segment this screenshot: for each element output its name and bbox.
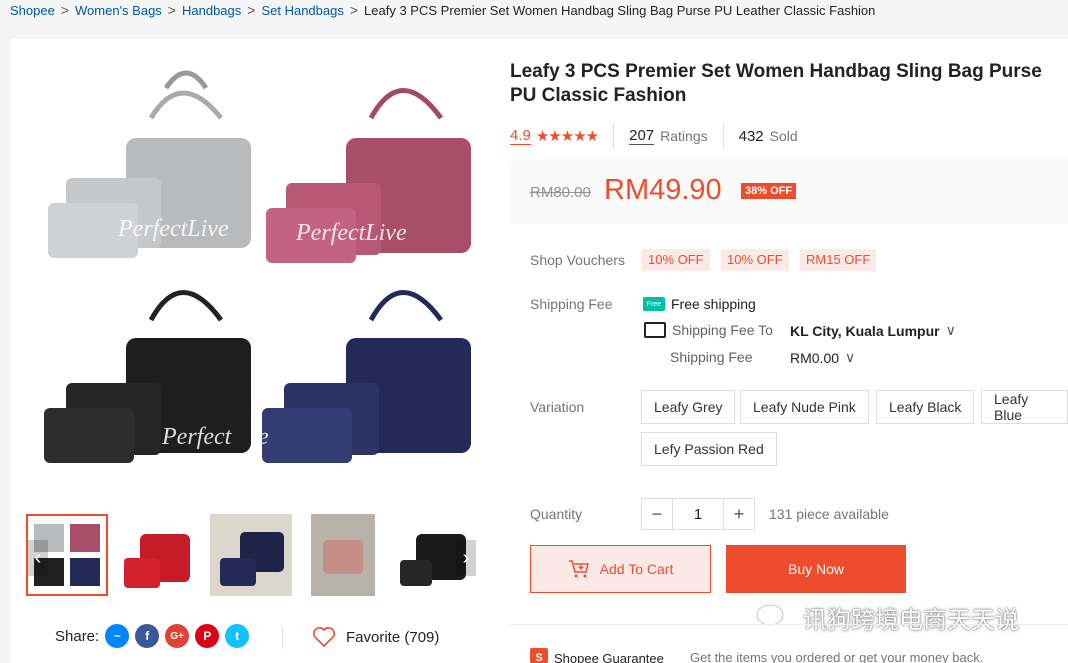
guarantee-description: Get the items you ordered or get your mo… <box>690 650 984 663</box>
vouchers-label: Shop Vouchers <box>530 252 625 268</box>
product-stats: 4.9 ★★★★★ 207 Ratings 432 Sold <box>510 124 798 148</box>
plus-icon[interactable]: + <box>723 498 755 530</box>
quantity-label: Quantity <box>530 506 583 522</box>
quantity-stepper: − 1 + <box>641 498 755 530</box>
breadcrumb-womens-bags[interactable]: Women's Bags <box>75 3 162 18</box>
truck-icon <box>644 322 666 338</box>
shipping-fee-select[interactable]: RM0.00 ∨ <box>790 349 855 366</box>
shipping-fee-value: RM0.00 <box>790 349 840 366</box>
shipping-location-select[interactable]: KL City, Kuala Lumpur ∨ <box>790 322 956 339</box>
divider <box>282 627 283 649</box>
facebook-icon[interactable]: f <box>135 624 160 648</box>
blue-bag-set <box>262 290 471 463</box>
thumbnail-image <box>220 532 284 586</box>
share-label: Share: <box>55 627 100 645</box>
ratings-count[interactable]: 207 <box>629 127 655 145</box>
watermark-text: PerfectLive <box>118 216 229 242</box>
watermark-text: e <box>258 424 269 450</box>
shopee-guarantee[interactable]: S Shopee Guarantee <box>530 648 664 663</box>
voucher-2[interactable]: 10% OFF <box>720 249 789 271</box>
messenger-icon[interactable]: ~ <box>105 624 130 648</box>
share-row: Share: ~ f G+ P t <box>55 624 250 648</box>
breadcrumb-set-handbags[interactable]: Set Handbags <box>261 3 343 18</box>
add-to-cart-label: Add To Cart <box>599 561 674 577</box>
shipping-fee-to-label: Shipping Fee To <box>672 322 773 338</box>
variation-option-nude-pink[interactable]: Leafy Nude Pink <box>740 390 869 424</box>
add-to-cart-button[interactable]: Add To Cart <box>530 545 711 593</box>
breadcrumb-shopee[interactable]: Shopee <box>10 3 55 18</box>
thumbnail-2[interactable] <box>118 514 200 596</box>
watermark-text: PerfectLive <box>296 220 407 246</box>
breadcrumb-separator-icon: > <box>349 2 359 18</box>
breadcrumb-handbags[interactable]: Handbags <box>182 3 241 18</box>
variation-option-grey[interactable]: Leafy Grey <box>641 390 736 424</box>
variation-option-passion-red[interactable]: Lefy Passion Red <box>641 432 777 466</box>
shipping-destination-row: Shipping Fee To <box>644 322 773 338</box>
breadcrumb-separator-icon: > <box>247 2 256 18</box>
favorite-label: Favorite (709) <box>346 628 440 646</box>
handbag-set-image <box>44 70 471 463</box>
watermark-text: Perfect <box>162 424 232 450</box>
favorite-button[interactable]: Favorite (709) <box>312 626 439 648</box>
pinterest-icon[interactable]: P <box>195 624 220 648</box>
product-title: Leafy 3 PCS Premier Set Women Handbag Sl… <box>510 61 1042 106</box>
free-shipping-icon: Free <box>643 297 665 311</box>
cart-icon <box>568 560 589 578</box>
discount-badge: 38% OFF <box>741 183 797 199</box>
rating-value[interactable]: 4.9 <box>510 127 531 145</box>
guarantee-label: Shopee Guarantee <box>554 650 664 663</box>
breadcrumb-separator-icon: > <box>60 2 70 18</box>
chevron-right-icon[interactable]: › <box>456 540 476 576</box>
star-rating-icon: ★★★★★ <box>535 128 599 145</box>
divider <box>722 124 724 148</box>
free-shipping-text: Free shipping <box>671 296 756 312</box>
sold-label: Sold <box>769 128 798 144</box>
shipping-label: Shipping Fee <box>530 296 613 312</box>
breadcrumb: Shopee > Women's Bags > Handbags > Set Hand… <box>10 2 875 18</box>
breadcrumb-current: Leafy 3 PCS Premier Set Women Handbag Sl… <box>364 2 876 18</box>
wechat-watermark-text: 讯狗跨境电商天天说 <box>803 607 1019 634</box>
thumbnail-4[interactable] <box>311 514 375 596</box>
current-price: RM49.90 <box>604 174 722 206</box>
sold-count: 432 <box>738 127 764 145</box>
google-plus-icon[interactable]: G+ <box>165 624 190 648</box>
twitter-icon[interactable]: t <box>225 624 250 648</box>
stock-available: 131 piece available <box>769 506 889 522</box>
divider <box>613 124 615 148</box>
original-price: RM80.00 <box>530 184 591 201</box>
buy-now-button[interactable]: Buy Now <box>726 545 906 593</box>
main-product-image[interactable]: PerfectLive PerfectLive Perfect e <box>26 58 478 478</box>
wechat-icon <box>755 603 795 632</box>
chevron-down-icon: ∨ <box>945 322 956 338</box>
voucher-3[interactable]: RM15 OFF <box>799 249 877 271</box>
wechat-watermark: 讯狗跨境电商天天说 <box>755 600 1019 635</box>
minus-icon[interactable]: − <box>641 498 673 530</box>
divider <box>510 624 1068 625</box>
quantity-input[interactable]: 1 <box>673 498 723 530</box>
free-shipping-row: Free Free shipping <box>643 296 756 312</box>
voucher-1[interactable]: 10% OFF <box>641 249 710 271</box>
thumbnail-image <box>323 540 363 574</box>
variation-option-black[interactable]: Leafy Black <box>876 390 975 424</box>
variation-label: Variation <box>530 399 585 415</box>
chevron-down-icon: ∨ <box>845 349 856 365</box>
thumbnail-3[interactable] <box>210 514 292 596</box>
shipping-fee-sublabel: Shipping Fee <box>670 349 753 365</box>
variation-option-blue[interactable]: Leafy Blue <box>981 390 1068 424</box>
heart-icon <box>313 627 335 648</box>
shield-icon: S <box>530 648 548 663</box>
chevron-left-icon[interactable]: ‹ <box>28 540 48 576</box>
thumbnail-image <box>124 534 190 588</box>
breadcrumb-separator-icon: > <box>167 2 176 18</box>
ratings-label: Ratings <box>660 128 708 144</box>
shipping-location: KL City, Kuala Lumpur <box>790 322 940 339</box>
